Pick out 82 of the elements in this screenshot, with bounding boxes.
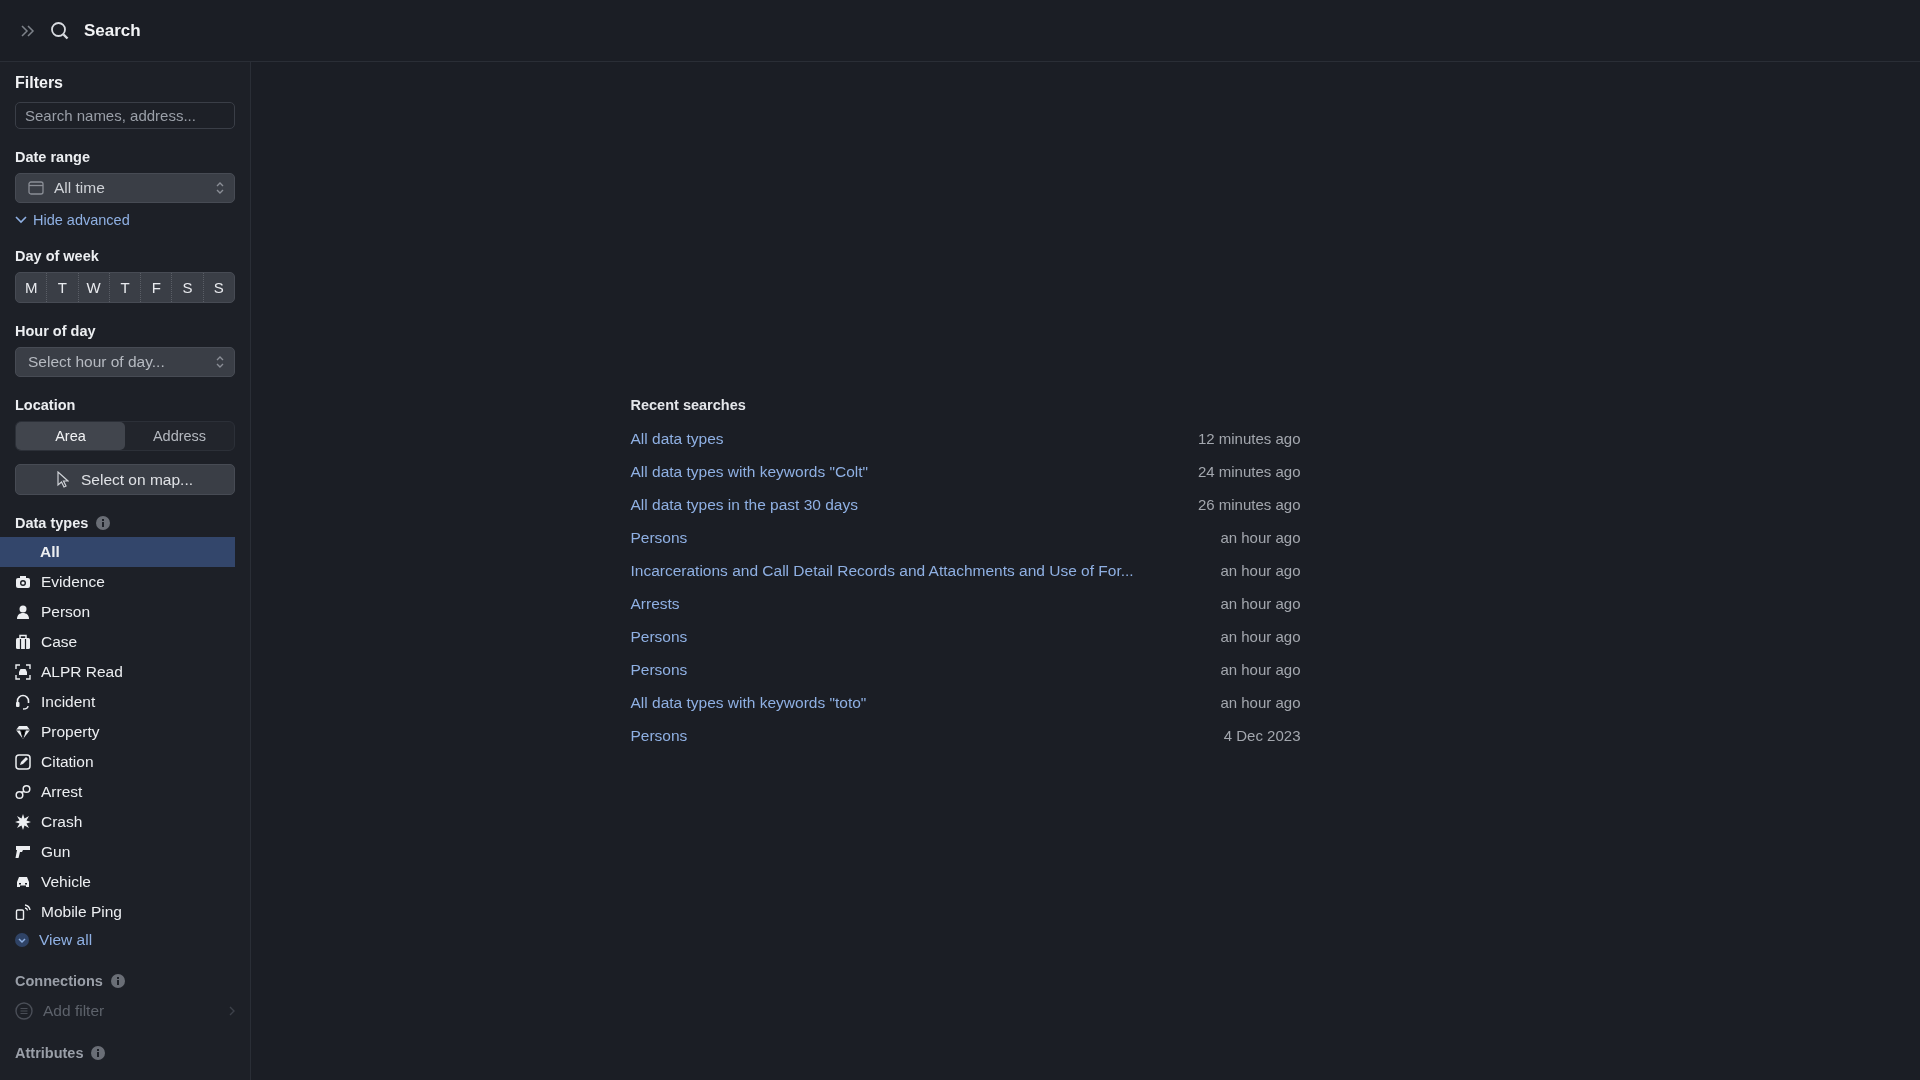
recent-search-link[interactable]: Incarcerations and Call Detail Records and Attachments and Use of For...	[630, 561, 1134, 580]
timestamp: an hour ago	[1220, 628, 1301, 645]
pencil-square-icon	[15, 754, 31, 770]
day-toggle[interactable]: S	[171, 273, 203, 302]
section-label: Date range	[15, 149, 91, 165]
diamond-icon	[15, 724, 31, 740]
sort-icon	[216, 182, 224, 194]
timestamp: 12 minutes ago	[1197, 430, 1301, 447]
recent-search-link[interactable]: Arrests	[630, 594, 680, 613]
advanced-toggle[interactable]: Hide advanced	[15, 212, 130, 228]
view-all-link[interactable]: View all	[15, 927, 93, 953]
data-type-item[interactable]: Property	[0, 717, 235, 747]
section-label: Data types	[15, 515, 89, 531]
day-toggle[interactable]: S	[202, 273, 234, 302]
phone-signal-icon	[15, 904, 31, 920]
day-toggle[interactable]: W	[77, 273, 109, 302]
gun-icon	[15, 844, 31, 860]
recent-search-link[interactable]: Persons	[630, 726, 688, 745]
section-label: Attributes	[15, 1045, 84, 1061]
date-range-select[interactable]: All time	[15, 173, 235, 203]
timestamp: 24 minutes ago	[1197, 463, 1301, 480]
handcuffs-icon	[15, 784, 31, 800]
section-label: Day of week	[15, 248, 100, 264]
search-icon	[50, 20, 70, 41]
section-label: Connections	[15, 973, 103, 989]
day-toggle[interactable]: T	[108, 273, 141, 302]
day-toggle[interactable]: M	[16, 273, 47, 302]
recent-search-link[interactable]: Persons	[630, 660, 688, 679]
hour-select[interactable]: Select hour of day...	[15, 347, 235, 377]
timestamp: an hour ago	[1220, 595, 1301, 612]
mode-tab[interactable]: Area	[16, 422, 125, 450]
data-type-item[interactable]: Mobile Ping	[0, 897, 235, 927]
day-toggle[interactable]: F	[140, 273, 172, 302]
section-label: Hour of day	[15, 323, 97, 339]
timestamp: an hour ago	[1220, 661, 1301, 678]
info-icon	[110, 974, 125, 988]
pointer-icon	[57, 471, 69, 488]
section-title: Recent searches	[630, 397, 747, 413]
data-type-item[interactable]: Crash	[0, 807, 235, 837]
chevron-down-icon	[15, 933, 29, 947]
sort-icon	[216, 356, 224, 368]
search-field[interactable]: Search names, address...	[15, 102, 235, 129]
timestamp: an hour ago	[1220, 529, 1301, 546]
data-type-item[interactable]: Person	[0, 597, 235, 627]
info-icon	[96, 516, 111, 530]
mode-tab[interactable]: Address	[125, 422, 234, 450]
recent-search-link[interactable]: Persons	[630, 528, 688, 547]
timestamp: an hour ago	[1220, 562, 1301, 579]
car-scan-icon	[15, 664, 31, 680]
camera-icon	[15, 574, 31, 590]
calendar-icon	[28, 181, 44, 195]
timestamp: 4 Dec 2023	[1223, 727, 1301, 744]
data-type-item[interactable]: ALPR Read	[0, 657, 235, 687]
recent-search-link[interactable]: Persons	[630, 627, 688, 646]
info-icon	[91, 1046, 106, 1060]
panel-title: Filters	[15, 74, 64, 92]
recent-search-link[interactable]: All data types with keywords "toto"	[630, 693, 867, 712]
briefcase-icon	[15, 634, 31, 650]
data-type-item[interactable]: Vehicle	[0, 867, 235, 897]
page-title: Search	[84, 20, 141, 41]
data-type-item[interactable]: Citation	[0, 747, 235, 777]
data-type-item[interactable]: Gun	[0, 837, 235, 867]
person-icon	[15, 604, 31, 620]
burst-icon	[15, 814, 31, 830]
select-on-map-button[interactable]: Select on map...	[15, 464, 235, 495]
chevron-right-icon	[229, 1006, 235, 1016]
recent-search-link[interactable]: All data types with keywords "Colt"	[630, 462, 869, 481]
day-toggle[interactable]: T	[46, 273, 78, 302]
car-icon	[15, 874, 31, 890]
data-type-item[interactable]: Arrest	[0, 777, 235, 807]
timestamp: an hour ago	[1220, 694, 1301, 711]
headset-icon	[15, 694, 31, 710]
data-type-item[interactable]: All	[0, 537, 235, 567]
data-type-item[interactable]: Evidence	[0, 567, 235, 597]
recent-search-link[interactable]: All data types	[630, 429, 724, 448]
list-icon	[15, 1002, 33, 1020]
expand-icon[interactable]	[20, 23, 36, 38]
data-type-item[interactable]: Case	[0, 627, 235, 657]
data-type-item[interactable]: Incident	[0, 687, 235, 717]
timestamp: 26 minutes ago	[1197, 496, 1301, 513]
recent-search-link[interactable]: All data types in the past 30 days	[630, 495, 858, 514]
section-label: Location	[15, 397, 77, 413]
